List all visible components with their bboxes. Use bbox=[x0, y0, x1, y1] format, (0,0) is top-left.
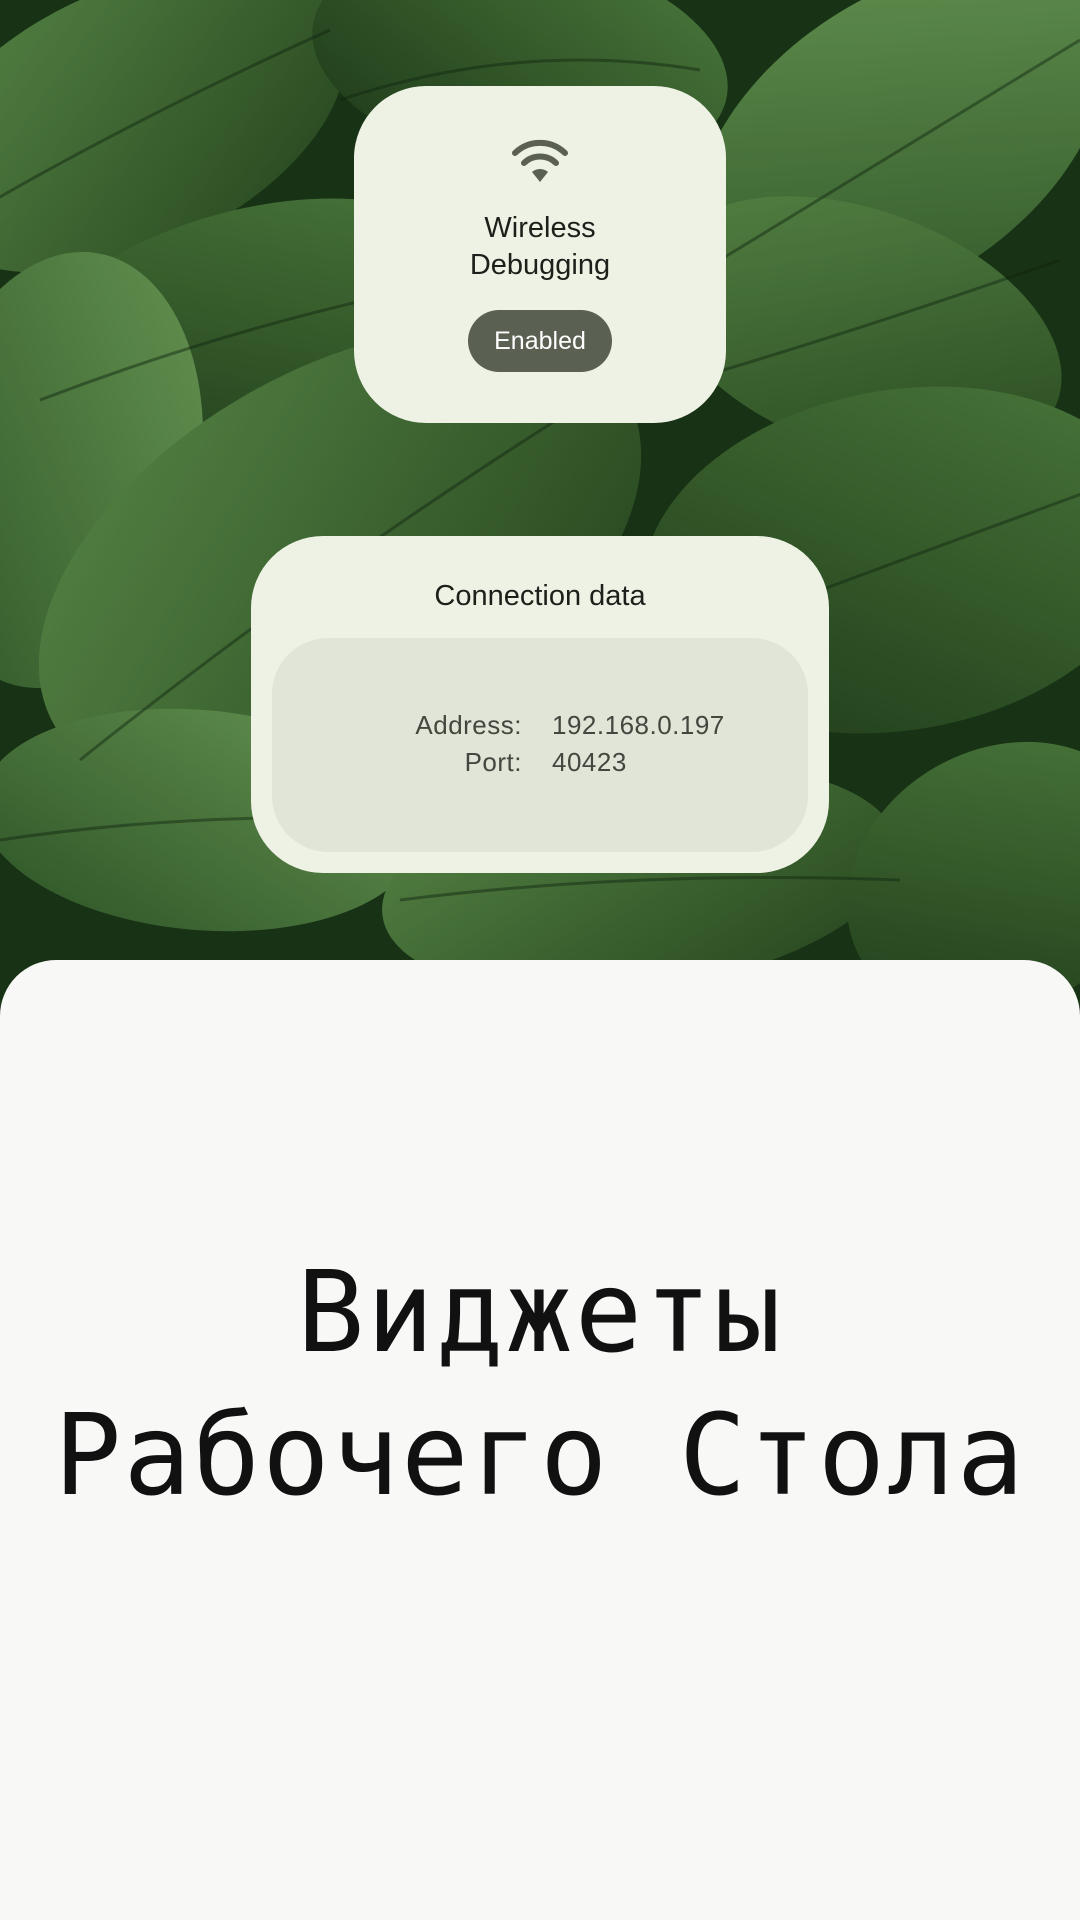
sheet-title: Виджеты Рабочего Стола bbox=[53, 1248, 1026, 1521]
port-label: Port: bbox=[464, 747, 522, 777]
connection-data-title: Connection data bbox=[434, 580, 646, 612]
port-value: 40423 bbox=[552, 747, 627, 777]
wireless-debugging-title: Wireless Debugging bbox=[469, 212, 611, 281]
wireless-debugging-widget[interactable]: Wireless Debugging Enabled bbox=[354, 86, 726, 423]
wifi-icon bbox=[512, 139, 568, 182]
address-label: Address: bbox=[415, 710, 522, 740]
connection-data-widget[interactable]: Connection data Address: 192.168.0.197 P… bbox=[251, 536, 829, 873]
address-value: 192.168.0.197 bbox=[552, 710, 725, 740]
status-toggle-button[interactable]: Enabled bbox=[468, 310, 612, 372]
connection-info-panel: Address: 192.168.0.197 Port: 40423 bbox=[272, 638, 808, 852]
widget-picker-sheet: Виджеты Рабочего Стола bbox=[0, 960, 1080, 1920]
